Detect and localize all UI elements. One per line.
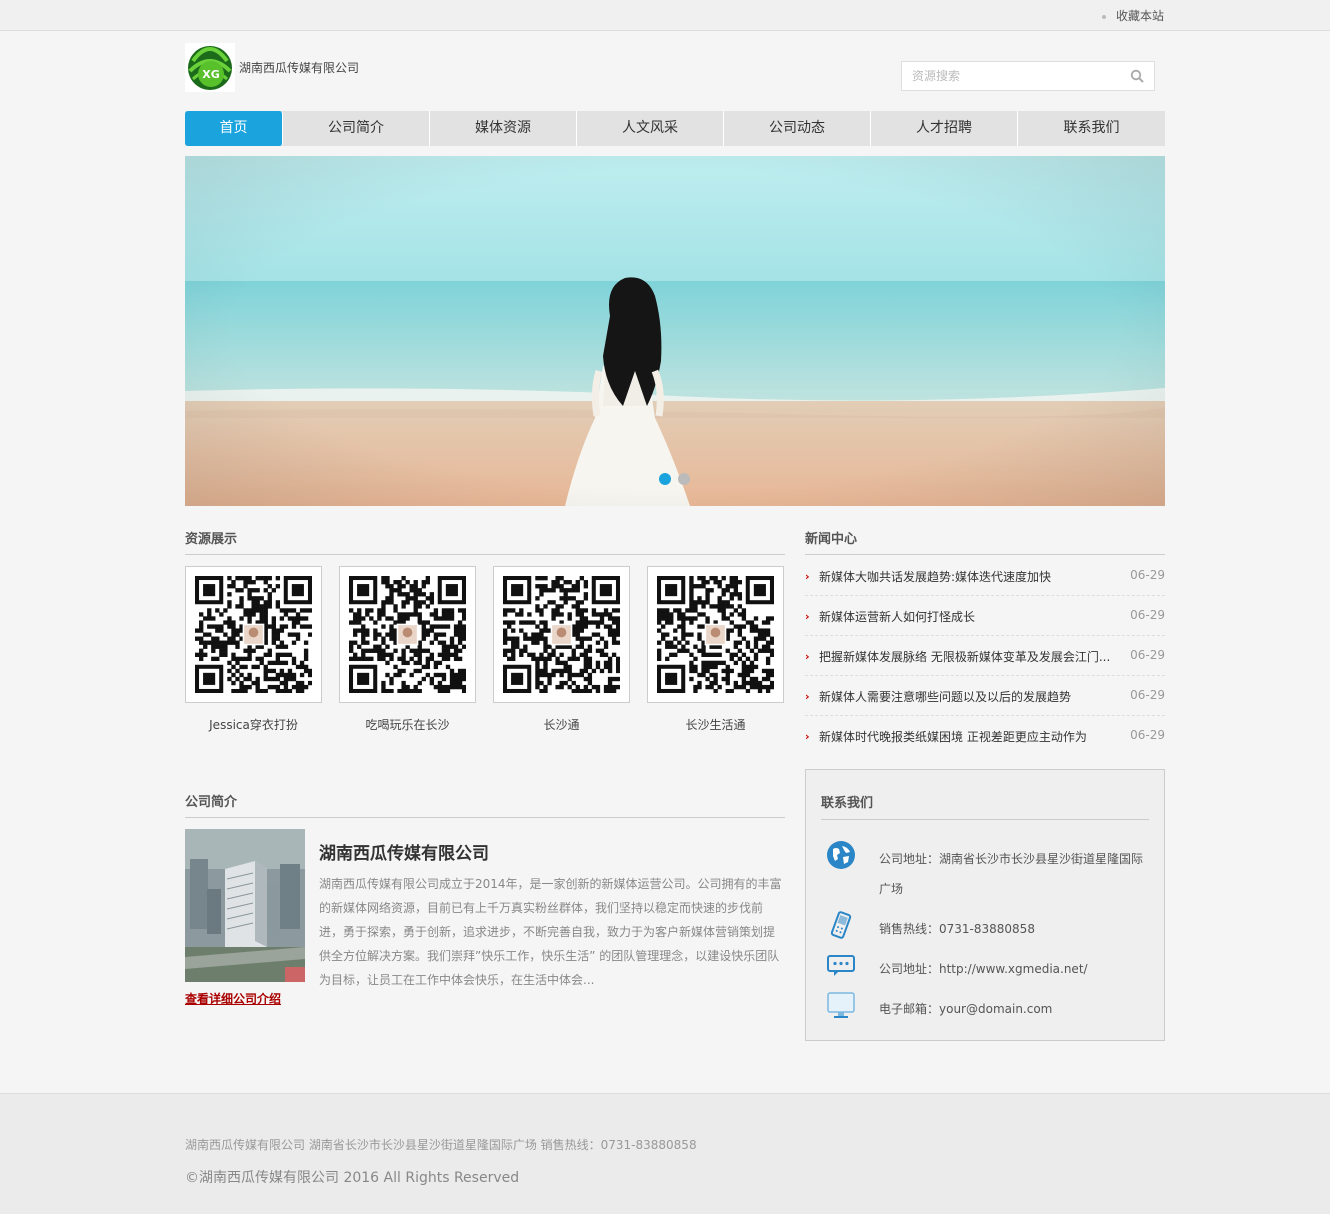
slider-dot-1[interactable] bbox=[659, 473, 671, 485]
chevron-right-icon: › bbox=[805, 650, 810, 663]
main-nav: 首页 公司简介 媒体资源 人文风采 公司动态 人才招聘 联系我们 bbox=[185, 111, 1165, 146]
contact-address-text: 公司地址：湖南省长沙市长沙县星沙街道星隆国际广场 bbox=[879, 852, 1144, 896]
bullet-icon bbox=[1101, 14, 1106, 19]
contact-phone-text: 销售热线：0731-83880858 bbox=[879, 922, 1035, 936]
building-image bbox=[185, 829, 305, 982]
chat-icon bbox=[827, 955, 855, 976]
nav-item-news[interactable]: 公司动态 bbox=[724, 111, 871, 146]
news-item[interactable]: › 新媒体运营新人如何打怪成长 06-29 bbox=[805, 596, 1165, 636]
search-input[interactable] bbox=[902, 62, 1112, 90]
contact-title: 联系我们 bbox=[821, 796, 874, 811]
qr-code-icon bbox=[657, 576, 774, 693]
search-icon[interactable] bbox=[1130, 69, 1144, 83]
qr-card[interactable] bbox=[185, 566, 322, 703]
news-item[interactable]: › 把握新媒体发展脉络 无限极新媒体变革及发展会江门... 06-29 bbox=[805, 636, 1165, 676]
resources-title: 资源展示 bbox=[185, 532, 238, 547]
news-item[interactable]: › 新媒体大咖共话发展趋势:媒体迭代速度加快 06-29 bbox=[805, 556, 1165, 596]
footer-info: 湖南西瓜传媒有限公司 湖南省长沙市长沙县星沙街道星隆国际广场 销售热线：0731… bbox=[185, 1138, 697, 1152]
nav-item-about[interactable]: 公司简介 bbox=[283, 111, 430, 146]
news-title-text[interactable]: 新媒体大咖共话发展趋势:媒体迭代速度加快 bbox=[819, 568, 1114, 585]
bookmark-label[interactable]: 收藏本站 bbox=[1116, 9, 1164, 23]
about-title: 公司简介 bbox=[185, 795, 238, 810]
nav-item-culture[interactable]: 人文风采 bbox=[577, 111, 724, 146]
chevron-right-icon: › bbox=[805, 690, 810, 703]
svg-text:XG: XG bbox=[202, 68, 220, 81]
contact-divider bbox=[821, 819, 1149, 820]
banner-image bbox=[185, 156, 1165, 506]
news-title-text[interactable]: 新媒体时代晚报类纸媒困境 正视差距更应主动作为 bbox=[819, 728, 1114, 745]
chevron-right-icon: › bbox=[805, 570, 810, 583]
logo-icon: XG bbox=[185, 43, 235, 92]
monitor-icon bbox=[827, 992, 855, 1018]
news-item[interactable]: › 新媒体人需要注意哪些问题以及以后的发展趋势 06-29 bbox=[805, 676, 1165, 716]
about-more-link[interactable]: 查看详细公司介绍 bbox=[185, 990, 281, 1007]
resources-divider bbox=[185, 554, 785, 555]
bookmark-link[interactable]: 收藏本站 bbox=[1101, 7, 1164, 24]
search-box bbox=[901, 61, 1155, 91]
qr-card[interactable] bbox=[647, 566, 784, 703]
contact-box: 联系我们 公司地址：湖南省长沙市长沙县星沙街道星隆国际广场 销售热线：0731-… bbox=[805, 769, 1165, 1041]
resource-label[interactable]: Jessica穿衣打扮 bbox=[185, 716, 322, 733]
qr-code-icon bbox=[503, 576, 620, 693]
company-logo[interactable]: XG bbox=[185, 43, 235, 92]
news-title: 新闻中心 bbox=[805, 532, 858, 547]
slider-dots bbox=[659, 473, 690, 485]
qr-card[interactable] bbox=[339, 566, 476, 703]
news-date: 06-29 bbox=[1130, 648, 1165, 662]
chevron-right-icon: › bbox=[805, 610, 810, 623]
site-title: 湖南西瓜传媒有限公司 bbox=[239, 61, 360, 75]
resource-label[interactable]: 长沙通 bbox=[493, 716, 630, 733]
contact-email-text: 电子邮箱：your@domain.com bbox=[879, 1002, 1053, 1016]
news-date: 06-29 bbox=[1130, 688, 1165, 702]
news-item[interactable]: › 新媒体时代晚报类纸媒困境 正视差距更应主动作为 06-29 bbox=[805, 716, 1165, 756]
news-date: 06-29 bbox=[1130, 608, 1165, 622]
news-title-text[interactable]: 把握新媒体发展脉络 无限极新媒体变革及发展会江门... bbox=[819, 648, 1114, 665]
qr-code-icon bbox=[195, 576, 312, 693]
nav-item-jobs[interactable]: 人才招聘 bbox=[871, 111, 1018, 146]
footer: 湖南西瓜传媒有限公司 湖南省长沙市长沙县星沙街道星隆国际广场 销售热线：0731… bbox=[0, 1093, 1330, 1214]
slider-dot-2[interactable] bbox=[678, 473, 690, 485]
about-divider bbox=[185, 817, 785, 818]
resource-label[interactable]: 长沙生活通 bbox=[647, 716, 784, 733]
news-title-text[interactable]: 新媒体人需要注意哪些问题以及以后的发展趋势 bbox=[819, 688, 1114, 705]
news-title-text[interactable]: 新媒体运营新人如何打怪成长 bbox=[819, 608, 1114, 625]
qr-code-icon bbox=[349, 576, 466, 693]
hero-banner[interactable] bbox=[185, 156, 1165, 506]
news-date: 06-29 bbox=[1130, 728, 1165, 742]
qr-card[interactable] bbox=[493, 566, 630, 703]
about-heading: 湖南西瓜传媒有限公司 bbox=[319, 844, 489, 864]
building-illustration-icon bbox=[185, 829, 305, 982]
nav-item-contact[interactable]: 联系我们 bbox=[1018, 111, 1165, 146]
news-divider bbox=[805, 554, 1165, 555]
contact-website-text: 公司地址：http://www.xgmedia.net/ bbox=[879, 962, 1088, 976]
news-date: 06-29 bbox=[1130, 568, 1165, 582]
about-body: 湖南西瓜传媒有限公司成立于2014年，是一家创新的新媒体运营公司。公司拥有的丰富… bbox=[319, 877, 782, 987]
top-bar: 收藏本站 bbox=[0, 0, 1330, 31]
nav-item-home[interactable]: 首页 bbox=[185, 111, 283, 146]
nav-item-media[interactable]: 媒体资源 bbox=[430, 111, 577, 146]
globe-icon bbox=[827, 841, 855, 869]
phone-icon bbox=[830, 911, 852, 939]
resource-label[interactable]: 吃喝玩乐在长沙 bbox=[339, 716, 476, 733]
footer-copyright: ©湖南西瓜传媒有限公司 2016 All Rights Reserved bbox=[185, 1170, 520, 1186]
chevron-right-icon: › bbox=[805, 730, 810, 743]
